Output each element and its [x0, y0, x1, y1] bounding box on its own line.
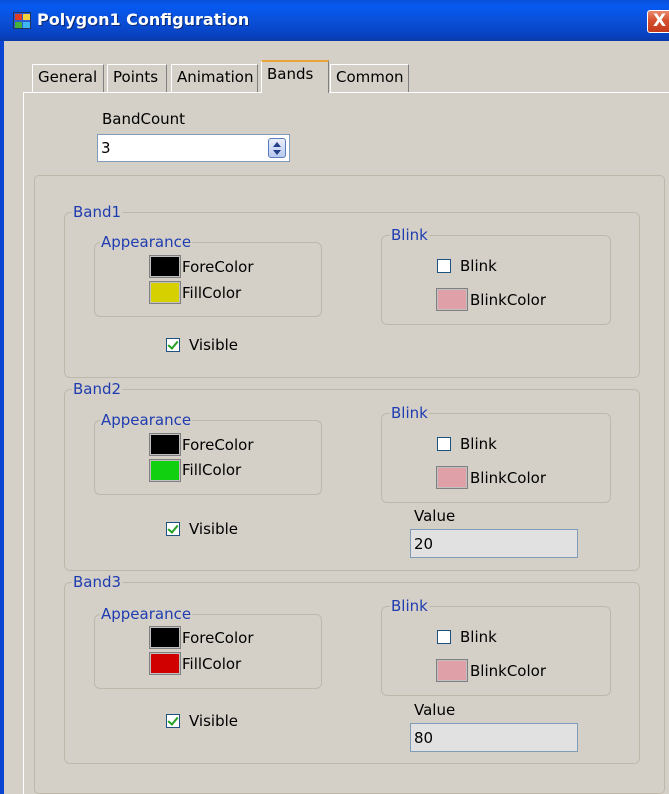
- band2-blink-title: Blink: [390, 404, 429, 422]
- window-frame-left: [0, 41, 4, 794]
- band3-appearance-title: Appearance: [100, 605, 193, 623]
- band3-value-label: Value: [414, 701, 456, 719]
- band2-blinkcolor-label: BlinkColor: [470, 469, 546, 487]
- tab-common[interactable]: Common: [330, 64, 409, 92]
- band3-fillcolor-swatch[interactable]: [149, 652, 181, 675]
- band3-blink-label: Blink: [460, 628, 497, 646]
- spin-updown-icon[interactable]: [268, 138, 286, 158]
- close-icon[interactable]: X: [647, 10, 669, 33]
- title-bar: Polygon1 Configuration X: [0, 0, 669, 41]
- band3-visible-label: Visible: [189, 712, 238, 730]
- band2-blink-group: [381, 413, 611, 503]
- band1-blink-label: Blink: [460, 257, 497, 275]
- band2-visible-checkbox[interactable]: [166, 522, 180, 536]
- band3-forecolor-swatch[interactable]: [149, 626, 181, 649]
- band3-value-input[interactable]: 80: [410, 723, 578, 752]
- band-count-input[interactable]: 3: [97, 134, 290, 162]
- band3-visible-checkbox[interactable]: [166, 714, 180, 728]
- band3-blink-group: [381, 606, 611, 696]
- band1-blinkcolor-label: BlinkColor: [470, 291, 546, 309]
- band2-appearance-title: Appearance: [100, 411, 193, 429]
- band3-blinkcolor-swatch[interactable]: [436, 659, 468, 682]
- band1-blink-group: [381, 235, 611, 325]
- band3-fillcolor-label: FillColor: [182, 655, 242, 673]
- band1-appearance-group: [94, 242, 322, 317]
- band1-fillcolor-label: FillColor: [182, 284, 242, 302]
- band3-blink-checkbox[interactable]: [437, 630, 451, 644]
- band1-forecolor-label: ForeColor: [182, 258, 254, 276]
- band2-blink-checkbox[interactable]: [437, 437, 451, 451]
- band1-forecolor-swatch[interactable]: [149, 255, 181, 278]
- band1-blink-title: Blink: [390, 226, 429, 244]
- band3-forecolor-label: ForeColor: [182, 629, 254, 647]
- band2-fillcolor-label: FillColor: [182, 461, 242, 479]
- tab-points[interactable]: Points: [107, 64, 167, 92]
- band2-blinkcolor-swatch[interactable]: [436, 466, 468, 489]
- band3-blink-title: Blink: [390, 597, 429, 615]
- band2-title: Band2: [72, 380, 123, 398]
- band-count-label: BandCount: [102, 110, 186, 128]
- band1-blinkcolor-swatch[interactable]: [436, 288, 468, 311]
- band1-fillcolor-swatch[interactable]: [149, 281, 181, 304]
- band1-visible-checkbox[interactable]: [166, 338, 180, 352]
- band1-title: Band1: [72, 203, 123, 221]
- tab-bands[interactable]: Bands: [261, 60, 329, 93]
- band1-visible-label: Visible: [189, 336, 238, 354]
- tab-general[interactable]: General: [32, 64, 104, 92]
- band3-blinkcolor-label: BlinkColor: [470, 662, 546, 680]
- band2-forecolor-swatch[interactable]: [149, 433, 181, 456]
- band2-value-label: Value: [414, 507, 456, 525]
- band3-title: Band3: [72, 573, 123, 591]
- app-window-icon: [13, 12, 31, 29]
- band3-appearance-group: [94, 614, 322, 689]
- band2-blink-label: Blink: [460, 435, 497, 453]
- window-title: Polygon1 Configuration: [37, 10, 250, 29]
- band2-forecolor-label: ForeColor: [182, 436, 254, 454]
- band-count-value: 3: [101, 139, 111, 157]
- band1-blink-checkbox[interactable]: [437, 259, 451, 273]
- band2-appearance-group: [94, 420, 322, 495]
- tab-animation[interactable]: Animation: [171, 64, 258, 92]
- band2-visible-label: Visible: [189, 520, 238, 538]
- band1-appearance-title: Appearance: [100, 233, 193, 251]
- band2-fillcolor-swatch[interactable]: [149, 459, 181, 482]
- band2-value-input[interactable]: 20: [410, 529, 578, 558]
